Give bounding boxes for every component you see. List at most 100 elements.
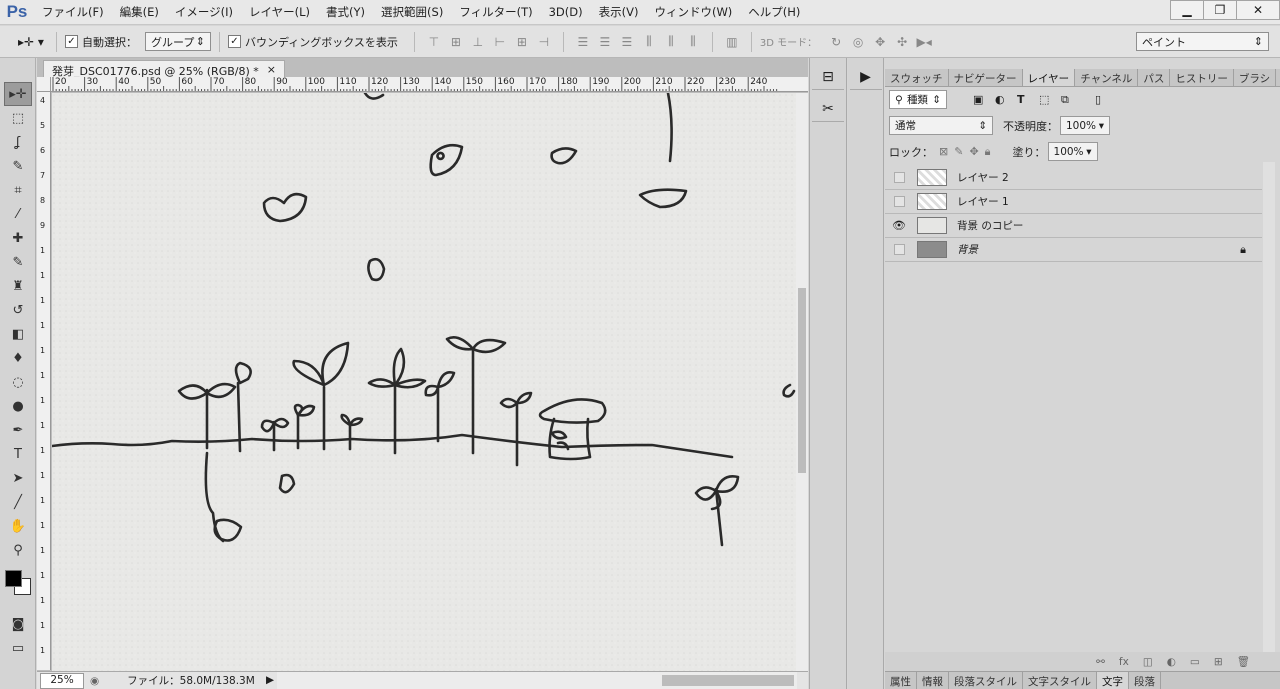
layer-row[interactable]: レイヤー 1 bbox=[885, 190, 1262, 214]
image-canvas[interactable] bbox=[52, 93, 796, 671]
menu-type[interactable]: 書式(Y) bbox=[318, 4, 373, 20]
eyedropper-tool-icon[interactable]: ⁄ bbox=[4, 202, 32, 226]
tab-character[interactable]: 文字 bbox=[1097, 672, 1129, 689]
distribute-bottom-icon[interactable]: ☰ bbox=[616, 35, 638, 49]
lock-transparency-icon[interactable]: ⊠ bbox=[939, 145, 948, 158]
tab-paragraph[interactable]: 段落 bbox=[1129, 672, 1161, 689]
pixel-filter-icon[interactable]: ▣ bbox=[973, 93, 995, 106]
tab-brush[interactable]: ブラシ bbox=[1234, 69, 1277, 86]
roll-3d-icon[interactable]: ◎ bbox=[847, 35, 869, 49]
minimize-button[interactable]: ▁ bbox=[1170, 0, 1204, 20]
vertical-scroll-thumb[interactable] bbox=[798, 288, 806, 473]
history-brush-tool-icon[interactable]: ↺ bbox=[4, 298, 32, 322]
zoom-level-field[interactable]: 25% bbox=[40, 672, 84, 689]
bounding-box-checkbox[interactable]: ✓ bbox=[228, 35, 241, 48]
scissors-icon[interactable]: ✂ bbox=[812, 96, 844, 122]
menu-layer[interactable]: レイヤー(L) bbox=[241, 4, 318, 20]
lock-position-icon[interactable]: ✥ bbox=[969, 145, 978, 158]
opacity-field[interactable]: 100% ▾ bbox=[1060, 116, 1110, 135]
vertical-ruler[interactable]: 4 5 6 7 8 9 1 1 1 1 1 1 1 1 1 1 1 1 1 1 1 1 1 bbox=[37, 92, 51, 670]
horizontal-ruler[interactable]: 20 30 40 50 60 70 80 90 100 110 120 130 140 150 160 170… bbox=[51, 77, 808, 92]
slide-3d-icon[interactable]: ✣ bbox=[891, 35, 913, 49]
new-group-icon[interactable]: ▭ bbox=[1190, 656, 1200, 668]
brush-tool-icon[interactable]: ✎ bbox=[4, 250, 32, 274]
align-vcenter-icon[interactable]: ⊞ bbox=[445, 35, 467, 49]
adjustment-filter-icon[interactable]: ◐ bbox=[995, 93, 1017, 106]
menu-file[interactable]: ファイル(F) bbox=[34, 4, 112, 20]
screen-mode-icon[interactable]: ▭ bbox=[4, 636, 32, 660]
tab-history[interactable]: ヒストリー bbox=[1170, 69, 1234, 86]
layers-scrollbar[interactable] bbox=[1263, 162, 1275, 652]
dodge-tool-icon[interactable]: ● bbox=[4, 394, 32, 418]
visibility-toggle[interactable] bbox=[885, 196, 913, 207]
align-hcenter-icon[interactable]: ⊞ bbox=[511, 35, 533, 49]
menu-select[interactable]: 選択範囲(S) bbox=[373, 4, 451, 20]
status-menu-arrow-icon[interactable]: ▶ bbox=[266, 674, 274, 686]
layer-row[interactable]: レイヤー 2 bbox=[885, 166, 1262, 190]
orbit-3d-icon[interactable]: ↻ bbox=[825, 35, 847, 49]
visibility-toggle[interactable]: 👁︎ bbox=[885, 219, 913, 232]
layer-row[interactable]: 👁︎ 背景 のコピー bbox=[885, 214, 1262, 238]
auto-select-dropdown[interactable]: グループ ⇕ bbox=[145, 32, 211, 51]
blur-tool-icon[interactable]: ◌ bbox=[4, 370, 32, 394]
distribute-vcenter-icon[interactable]: ☰ bbox=[594, 35, 616, 49]
menu-3d[interactable]: 3D(D) bbox=[541, 5, 591, 19]
link-layers-icon[interactable]: ⚯ bbox=[1096, 656, 1105, 668]
tab-swatches[interactable]: スウォッチ bbox=[885, 69, 949, 86]
toolbar-grip[interactable] bbox=[0, 58, 35, 82]
eraser-tool-icon[interactable]: ◧ bbox=[4, 322, 32, 346]
tab-channels[interactable]: チャンネル bbox=[1075, 69, 1139, 86]
new-layer-icon[interactable]: ⊞ bbox=[1214, 656, 1223, 668]
restore-button[interactable]: ❐ bbox=[1203, 0, 1237, 20]
distribute-top-icon[interactable]: ☰ bbox=[572, 35, 594, 49]
scale-3d-icon[interactable]: ▶◂ bbox=[913, 35, 935, 49]
path-select-tool-icon[interactable]: ➤ bbox=[4, 466, 32, 490]
move-tool-icon[interactable]: ▸✛ bbox=[4, 82, 32, 106]
fill-field[interactable]: 100% ▾ bbox=[1047, 142, 1098, 161]
tab-layers[interactable]: レイヤー bbox=[1022, 69, 1076, 86]
tab-character-styles[interactable]: 文字スタイル bbox=[1023, 672, 1097, 689]
tool-presets-icon[interactable]: ⊟ bbox=[812, 64, 844, 90]
hand-tool-icon[interactable]: ✋ bbox=[4, 514, 32, 538]
lasso-tool-icon[interactable]: ʆ bbox=[4, 130, 32, 154]
shape-filter-icon[interactable]: ⬚ bbox=[1039, 93, 1061, 106]
crop-tool-icon[interactable]: ⌗ bbox=[4, 178, 32, 202]
status-info-icon[interactable]: ◉ bbox=[90, 675, 99, 687]
vertical-scrollbar[interactable] bbox=[796, 93, 808, 671]
foreground-color-swatch[interactable] bbox=[5, 570, 22, 587]
document-tab[interactable]: 発芽_DSC01776.psd @ 25% (RGB/8) * × bbox=[43, 60, 285, 78]
tab-info[interactable]: 情報 bbox=[917, 672, 949, 689]
menu-image[interactable]: イメージ(I) bbox=[167, 4, 241, 20]
tab-properties[interactable]: 属性 bbox=[885, 672, 917, 689]
align-bottom-icon[interactable]: ⊥ bbox=[467, 35, 489, 49]
new-adjustment-layer-icon[interactable]: ◐ bbox=[1167, 656, 1176, 668]
align-top-icon[interactable]: ⊤ bbox=[423, 35, 445, 49]
align-right-icon[interactable]: ⊣ bbox=[533, 35, 555, 49]
ruler-origin[interactable] bbox=[37, 77, 51, 92]
align-left-icon[interactable]: ⊢ bbox=[489, 35, 511, 49]
add-mask-icon[interactable]: ◫ bbox=[1143, 656, 1153, 668]
smart-object-filter-icon[interactable]: ⧉ bbox=[1061, 93, 1083, 107]
visibility-toggle[interactable] bbox=[885, 172, 913, 183]
menu-window[interactable]: ウィンドウ(W) bbox=[646, 4, 740, 20]
distribute-hcenter-icon[interactable]: ⫼ bbox=[660, 34, 682, 49]
filter-kind-dropdown[interactable]: ⚲ 種類 ⇕ bbox=[889, 90, 947, 109]
menu-view[interactable]: 表示(V) bbox=[591, 4, 647, 20]
visibility-toggle[interactable] bbox=[885, 244, 913, 255]
quick-select-tool-icon[interactable]: ✎ bbox=[4, 154, 32, 178]
auto-align-icon[interactable]: ▥ bbox=[721, 35, 743, 49]
menu-help[interactable]: ヘルプ(H) bbox=[740, 4, 808, 20]
menu-filter[interactable]: フィルター(T) bbox=[451, 4, 540, 20]
delete-layer-icon[interactable]: 🗑︎ bbox=[1237, 655, 1250, 668]
tab-paths[interactable]: パス bbox=[1138, 69, 1171, 86]
lock-all-icon[interactable]: 🔒︎ bbox=[985, 145, 991, 159]
blend-mode-dropdown[interactable]: 通常 ⇕ bbox=[889, 116, 993, 135]
quick-mask-icon[interactable]: ◙ bbox=[4, 612, 32, 636]
type-tool-icon[interactable]: T bbox=[4, 442, 32, 466]
marquee-tool-icon[interactable]: ⬚ bbox=[4, 106, 32, 130]
line-tool-icon[interactable]: ╱ bbox=[4, 490, 32, 514]
actions-play-icon[interactable]: ▶ bbox=[849, 64, 882, 90]
horizontal-scroll-thumb[interactable] bbox=[662, 675, 794, 686]
distribute-right-icon[interactable]: ⫼ bbox=[682, 34, 704, 49]
clone-stamp-tool-icon[interactable]: ♜ bbox=[4, 274, 32, 298]
